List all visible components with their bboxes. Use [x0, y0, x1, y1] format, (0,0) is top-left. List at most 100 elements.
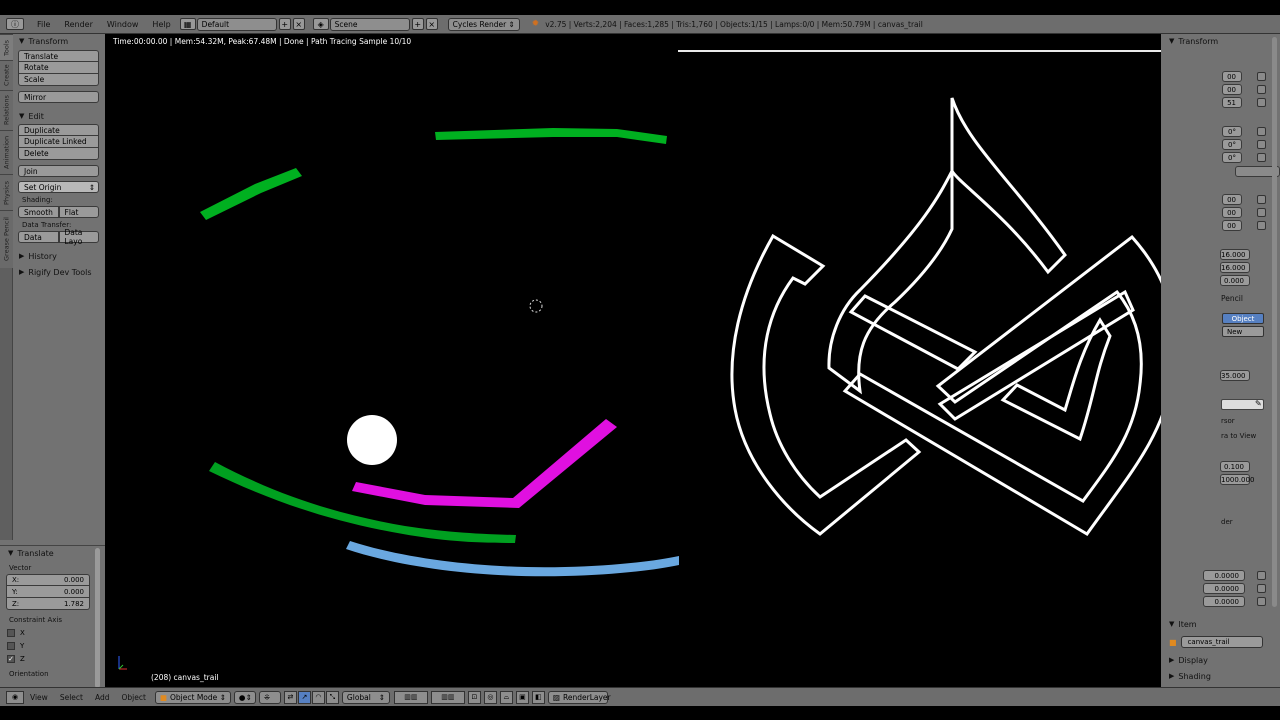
- proportional-edit-icon[interactable]: ◎: [483, 690, 497, 704]
- clip-end-field[interactable]: 1000.000: [1220, 474, 1254, 485]
- mirror-button[interactable]: Mirror: [18, 91, 99, 103]
- info-editor-type-icon[interactable]: ⓘ: [6, 18, 24, 30]
- value-field-3[interactable]: 0.0000: [1203, 596, 1245, 607]
- scale-field[interactable]: 00: [1222, 207, 1242, 218]
- menu-render[interactable]: Render: [57, 20, 99, 29]
- smooth-button[interactable]: Smooth: [18, 206, 59, 218]
- lock-icon[interactable]: [1257, 571, 1266, 580]
- transform-properties-header[interactable]: ▼ Transform: [1161, 34, 1280, 48]
- lock-icon[interactable]: [1257, 195, 1266, 204]
- dimension-z-field[interactable]: 0.000: [1220, 275, 1250, 286]
- mode-selector[interactable]: ■ Object Mode ⇕: [154, 690, 231, 704]
- menu-object[interactable]: Object: [115, 693, 151, 702]
- menu-view[interactable]: View: [24, 693, 54, 702]
- translate-manipulator-icon[interactable]: ↗: [297, 690, 311, 704]
- set-origin-dropdown[interactable]: Set Origin ⇕: [18, 181, 99, 193]
- duplicate-linked-button[interactable]: Duplicate Linked: [18, 136, 99, 148]
- rigify-panel-header[interactable]: ▶ Rigify Dev Tools: [13, 265, 105, 279]
- add-scene-icon[interactable]: +: [411, 18, 424, 30]
- data-button[interactable]: Data: [18, 231, 59, 243]
- value-field-2[interactable]: 0.0000: [1203, 583, 1245, 594]
- display-panel-header[interactable]: ▶ Display: [1161, 653, 1280, 667]
- rotate-manipulator-icon[interactable]: ◠: [311, 690, 325, 704]
- tab-tools[interactable]: Tools: [0, 34, 13, 60]
- lock-icon[interactable]: [1257, 221, 1266, 230]
- translate-button[interactable]: Translate: [18, 50, 99, 62]
- 3d-viewport[interactable]: Time:00:00.00 | Mem:54.32M, Peak:67.48M …: [105, 34, 1220, 687]
- tab-create[interactable]: Create: [0, 60, 13, 90]
- render-preview-icon[interactable]: ◧: [531, 690, 545, 704]
- vector-z-field[interactable]: Z: 1.782: [6, 598, 90, 610]
- scale-button[interactable]: Scale: [18, 74, 99, 86]
- vector-x-field[interactable]: X: 0.000: [6, 574, 90, 586]
- transform-panel-header[interactable]: ▼ Transform: [13, 34, 105, 48]
- transform-orientation-selector[interactable]: Global ⇕: [341, 690, 390, 704]
- lock-icon[interactable]: [1257, 153, 1266, 162]
- operator-panel-header[interactable]: ▼ Translate: [0, 546, 105, 560]
- rotate-button[interactable]: Rotate: [18, 62, 99, 74]
- layers-grid-icon[interactable]: ▥▥: [393, 690, 428, 704]
- value-field-1[interactable]: 0.0000: [1203, 570, 1245, 581]
- lens-field[interactable]: 35.000: [1220, 370, 1250, 381]
- lock-icon[interactable]: [1257, 85, 1266, 94]
- tab-grease-pencil[interactable]: Grease Pencil: [0, 210, 13, 268]
- editor-type-icon[interactable]: ◉: [6, 690, 24, 704]
- add-layout-icon[interactable]: +: [278, 18, 291, 30]
- lock-icon[interactable]: [1257, 140, 1266, 149]
- eyedropper-icon[interactable]: ✎: [1255, 399, 1262, 408]
- scale-field[interactable]: 00: [1222, 220, 1242, 231]
- menu-help[interactable]: Help: [145, 20, 177, 29]
- lock-icon[interactable]: [1257, 127, 1266, 136]
- lock-icon[interactable]: [1257, 98, 1266, 107]
- location-field[interactable]: 51: [1222, 97, 1242, 108]
- rotation-field[interactable]: 0°: [1222, 139, 1242, 150]
- layout-grid-icon[interactable]: ▦: [179, 18, 196, 30]
- lock-icon[interactable]: [1257, 584, 1266, 593]
- pivot-selector[interactable]: ⁜: [258, 690, 281, 704]
- lock-icon[interactable]: [1257, 72, 1266, 81]
- render-engine-selector[interactable]: Cycles Render ⇕: [447, 17, 520, 31]
- data-layout-button[interactable]: Data Layo: [58, 228, 99, 246]
- edit-panel-header[interactable]: ▼ Edit: [13, 109, 105, 123]
- dimension-x-field[interactable]: 16.000: [1220, 249, 1250, 260]
- operator-scrollbar[interactable]: [95, 548, 100, 688]
- location-field[interactable]: 00: [1222, 84, 1242, 95]
- viewport-shading-selector[interactable]: ●⇕: [233, 690, 256, 704]
- history-panel-header[interactable]: ▶ History: [13, 249, 105, 263]
- flat-button[interactable]: Flat: [58, 206, 99, 218]
- rotation-field[interactable]: 0°: [1222, 152, 1242, 163]
- scale-manipulator-icon[interactable]: ⤡: [325, 690, 339, 704]
- clip-start-field[interactable]: 0.100: [1220, 461, 1250, 472]
- duplicate-button[interactable]: Duplicate: [18, 124, 99, 136]
- menu-select[interactable]: Select: [54, 693, 89, 702]
- lock-layers-icon[interactable]: ⊡: [467, 690, 481, 704]
- props-scrollbar[interactable]: [1272, 37, 1277, 607]
- lock-icon[interactable]: [1257, 597, 1266, 606]
- constraint-z-checkbox[interactable]: ✓ Z: [7, 652, 105, 665]
- object-button[interactable]: Object: [1222, 313, 1264, 324]
- remove-scene-icon[interactable]: ×: [425, 18, 438, 30]
- constraint-y-checkbox[interactable]: Y: [7, 639, 105, 652]
- constraint-x-checkbox[interactable]: X: [7, 626, 105, 639]
- scale-field[interactable]: 00: [1222, 194, 1242, 205]
- menu-file[interactable]: File: [30, 20, 57, 29]
- tab-physics[interactable]: Physics: [0, 174, 13, 210]
- 3d-cursor-icon[interactable]: [529, 299, 543, 313]
- vector-y-field[interactable]: Y: 0.000: [6, 586, 90, 598]
- layout-selector[interactable]: Default: [196, 17, 277, 31]
- render-layer-selector[interactable]: ▨ RenderLayer: [547, 690, 611, 704]
- item-panel-header[interactable]: ▼ Item: [1161, 617, 1280, 631]
- remove-layout-icon[interactable]: ×: [292, 18, 305, 30]
- shading-panel-header[interactable]: ▶ Shading: [1161, 669, 1280, 683]
- join-button[interactable]: Join: [18, 165, 99, 177]
- layers-grid-icon[interactable]: ▥▥: [430, 690, 465, 704]
- dimension-y-field[interactable]: 16.000: [1220, 262, 1250, 273]
- tab-animation[interactable]: Animation: [0, 130, 13, 174]
- snap-icon[interactable]: ⌓: [499, 690, 513, 704]
- tab-relations[interactable]: Relations: [0, 90, 13, 130]
- delete-button[interactable]: Delete: [18, 148, 99, 160]
- scene-selector[interactable]: Scene: [329, 17, 410, 31]
- menu-add[interactable]: Add: [89, 693, 116, 702]
- item-name-field[interactable]: canvas_trail: [1180, 636, 1263, 648]
- scene-icon[interactable]: ◈: [312, 18, 329, 30]
